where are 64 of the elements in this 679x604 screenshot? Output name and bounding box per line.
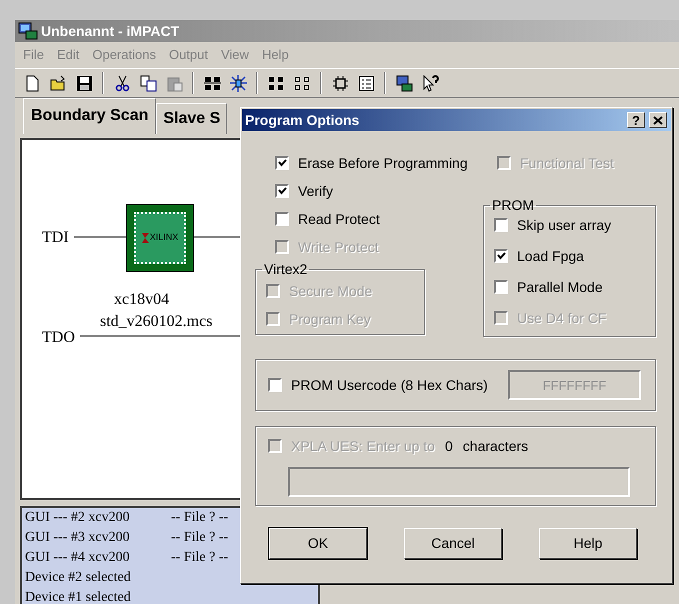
checkbox-label: Read Protect (298, 210, 380, 228)
menu-item[interactable]: Edit (56, 45, 80, 65)
checkbox[interactable] (275, 212, 289, 226)
device-file-name: std_v260102.mcs (100, 312, 212, 332)
menu-item[interactable]: View (220, 45, 249, 65)
close-button[interactable] (649, 112, 667, 128)
checkbox-label: Verify (298, 182, 334, 201)
checkbox[interactable] (268, 378, 282, 392)
checkbox-label: Load Fpga (517, 246, 584, 266)
computer-icon[interactable] (396, 74, 412, 92)
port-label: TDO (42, 328, 75, 348)
chip-icon[interactable] (332, 74, 348, 92)
help-button[interactable]: ? (627, 112, 645, 128)
app-icon (18, 22, 38, 40)
menu-item[interactable]: Operations (92, 45, 156, 65)
help-pointer-icon[interactable] (422, 74, 438, 92)
cut-icon[interactable] (114, 74, 130, 92)
port-label: TDI (42, 228, 69, 248)
chain-icon[interactable] (204, 74, 220, 92)
grid-outline-icon[interactable] (294, 74, 310, 92)
log-line: GUI --- #2 xcv200 (25, 509, 131, 527)
bug-icon[interactable] (230, 74, 246, 92)
menu-item[interactable]: Help (262, 45, 289, 65)
menu-item[interactable]: Output (168, 45, 208, 65)
new-file-icon[interactable] (24, 74, 40, 92)
checkbox[interactable] (275, 156, 289, 170)
dialog-button[interactable]: Cancel (404, 528, 502, 559)
grid-icon[interactable] (268, 74, 284, 92)
count-unit: characters (462, 436, 528, 456)
checkbox[interactable] (494, 218, 508, 232)
copy-icon[interactable] (140, 74, 156, 92)
jtag-line (194, 236, 242, 238)
checkbox-label: Parallel Mode (517, 278, 603, 296)
dialog-title: Program Options (245, 110, 360, 130)
log-line: GUI --- #3 xcv200 (25, 529, 131, 547)
checkbox-label: Erase Before Programming (298, 154, 468, 173)
save-icon[interactable] (76, 74, 92, 92)
log-file: -- File ? -- (171, 529, 228, 547)
group-label: Virtex2 (263, 262, 308, 276)
checkbox[interactable] (494, 280, 508, 294)
paste-icon[interactable] (166, 74, 182, 92)
jtag-line (74, 236, 126, 238)
log-file: -- File ? -- (171, 509, 228, 527)
dialog-button[interactable]: Help (539, 528, 637, 559)
checkbox[interactable] (494, 249, 508, 263)
tab[interactable]: Boundary Scan (23, 98, 156, 134)
tab[interactable]: Slave S (156, 103, 228, 134)
close-icon (653, 116, 663, 124)
chip-drawing: XILINX (126, 204, 194, 272)
menu-item[interactable]: File (23, 45, 44, 65)
checkbox-label: PROM Usercode (8 Hex Chars) (291, 376, 488, 395)
open-folder-icon[interactable] (50, 74, 66, 92)
log-line: Device #2 selected (25, 569, 132, 587)
log-file: -- File ? -- (171, 549, 228, 567)
group-label: PROM (491, 198, 535, 212)
list-icon[interactable] (358, 74, 374, 92)
character-count: 0 (444, 436, 453, 456)
log-line: Device #1 selected (25, 589, 132, 604)
checkbox-label: Skip user array (517, 216, 612, 235)
window-title: Unbenannt - iMPACT (41, 22, 180, 40)
checkbox[interactable] (275, 184, 289, 198)
device-name: xc18v04 (114, 290, 170, 310)
log-line: GUI --- #4 xcv200 (25, 549, 131, 567)
dialog-button[interactable]: OK (269, 528, 367, 559)
